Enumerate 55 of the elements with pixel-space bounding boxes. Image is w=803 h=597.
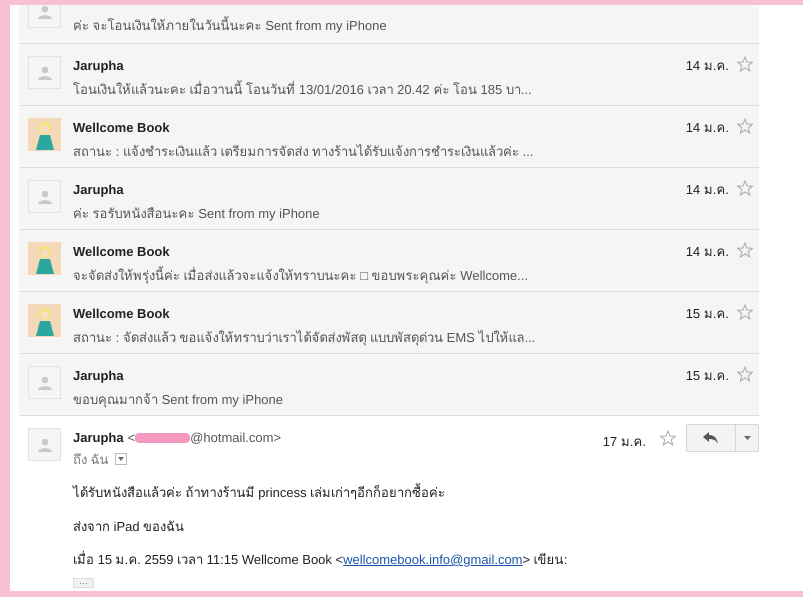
- person-icon: [38, 190, 52, 204]
- caret-icon: [744, 436, 750, 440]
- message-row[interactable]: Jarupha โอนเงินให้แล้วนะคะ เมื่อวานนี้ โอนวันที่ 13/01/2016 เวลา 20.42 ค่ะ โอน 185 บา... 14 ม.ค.: [19, 44, 759, 106]
- message-snippet: ค่ะ จะโอนเงินให้ภายในวันนี้นะคะ Sent from my iPhone: [73, 16, 388, 35]
- message-date: 14 ม.ค.: [686, 181, 729, 199]
- dropdown-icon[interactable]: [114, 453, 127, 466]
- recipient-label: ถึง ฉัน: [73, 450, 109, 468]
- message-snippet: ขอบคุณมากจ้า Sent from my iPhone: [73, 390, 284, 409]
- message-date: 14 ม.ค.: [686, 57, 729, 75]
- message-snippet: สถานะ : แจ้งชำระเงินแล้ว เตรียมการจัดส่ง ทางร้านได้รับแจ้งการชำระเงินแล้วค่ะ ...: [73, 142, 535, 160]
- message-snippet: ค่ะ รอรับหนังสือนะคะ Sent from my iPhone: [73, 204, 321, 223]
- email-link[interactable]: wellcomebook.info@gmail.com: [343, 552, 523, 567]
- cartoon-avatar: [28, 304, 61, 337]
- reply-arrow-icon: [703, 432, 719, 444]
- sender-name: Jarupha: [73, 429, 124, 447]
- message-snippet: จะจัดส่งให้พรุ่งนี้ค่ะ เมื่อส่งแล้วจะแจ้งให้ทราบนะคะ □ ขอบพระคุณค่ะ Wellcome...: [73, 266, 529, 285]
- message-date: 15 ม.ค.: [686, 367, 729, 385]
- person-icon: [38, 66, 52, 80]
- cartoon-avatar: [28, 118, 61, 151]
- sender-name: Jarupha: [73, 367, 125, 385]
- message-row[interactable]: ค่ะ จะโอนเงินให้ภายในวันนี้นะคะ Sent from my iPhone: [19, 5, 759, 44]
- message-date: 14 ม.ค.: [686, 243, 729, 261]
- star-icon[interactable]: [660, 430, 676, 446]
- sender-email: < @hotmail.com>: [128, 429, 282, 447]
- message-row[interactable]: Wellcome Book สถานะ : แจ้งชำระเงินแล้ว เตรียมการจัดส่ง ทางร้านได้รับแจ้งการชำระเงินแล้วค่ะ ... 14 ม.ค.: [19, 106, 759, 168]
- star-icon[interactable]: [737, 56, 753, 72]
- star-icon[interactable]: [737, 366, 753, 382]
- reply-button[interactable]: [686, 424, 736, 452]
- quote-header: เมื่อ 15 ม.ค. 2559 เวลา 11:15 Wellcome Book <wellcomebook.info@gmail.com> เขียน:: [73, 550, 568, 569]
- message-row[interactable]: Wellcome Book จะจัดส่งให้พรุ่งนี้ค่ะ เมื่อส่งแล้วจะแจ้งให้ทราบนะคะ □ ขอบพระคุณค่ะ Wellcome... 14 ม.ค.: [19, 230, 759, 292]
- message-row[interactable]: Wellcome Book สถานะ : จัดส่งแล้ว ขอแจ้งให้ทราบว่าเราได้จัดส่งพัสดุ แบบพัสดุด่วน EMS ไปให้แล... 15 ม.ค.: [19, 292, 759, 354]
- more-options-button[interactable]: [736, 424, 759, 452]
- show-trimmed-button[interactable]: ···: [73, 578, 94, 588]
- person-icon: [38, 5, 52, 18]
- person-icon: [38, 438, 52, 452]
- star-icon[interactable]: [737, 304, 753, 320]
- message-snippet: โอนเงินให้แล้วนะคะ เมื่อวานนี้ โอนวันที่ 13/01/2016 เวลา 20.42 ค่ะ โอน 185 บา...: [73, 80, 533, 98]
- message-row[interactable]: Jarupha ค่ะ รอรับหนังสือนะคะ Sent from my iPhone 14 ม.ค.: [19, 168, 759, 230]
- message-date: 15 ม.ค.: [686, 305, 729, 323]
- star-icon[interactable]: [737, 180, 753, 196]
- sender-name: Wellcome Book: [73, 243, 171, 261]
- star-icon[interactable]: [737, 242, 753, 258]
- star-icon[interactable]: [737, 118, 753, 134]
- message-row[interactable]: Jarupha ขอบคุณมากจ้า Sent from my iPhone 15 ม.ค.: [19, 354, 759, 416]
- sender-name: Jarupha: [73, 57, 125, 75]
- message-body-text: ส่งจาก iPad ของฉัน: [73, 518, 186, 536]
- message-body-text: ได้รับหนังสือแล้วค่ะ ถ้าทางร้านมี princess เล่มเก่าๆอีกก็อยากซื้อค่ะ: [73, 483, 446, 502]
- message-snippet: สถานะ : จัดส่งแล้ว ขอแจ้งให้ทราบว่าเราได้จัดส่งพัสดุ แบบพัสดุด่วน EMS ไปให้แล...: [73, 328, 536, 347]
- sender-name: Jarupha: [73, 181, 125, 199]
- sender-name: Wellcome Book: [73, 119, 171, 137]
- message-date: 17 ม.ค.: [602, 433, 646, 451]
- person-icon: [38, 376, 52, 390]
- sender-name: Wellcome Book: [73, 305, 171, 323]
- cartoon-avatar: [28, 242, 61, 275]
- message-date: 14 ม.ค.: [686, 119, 729, 137]
